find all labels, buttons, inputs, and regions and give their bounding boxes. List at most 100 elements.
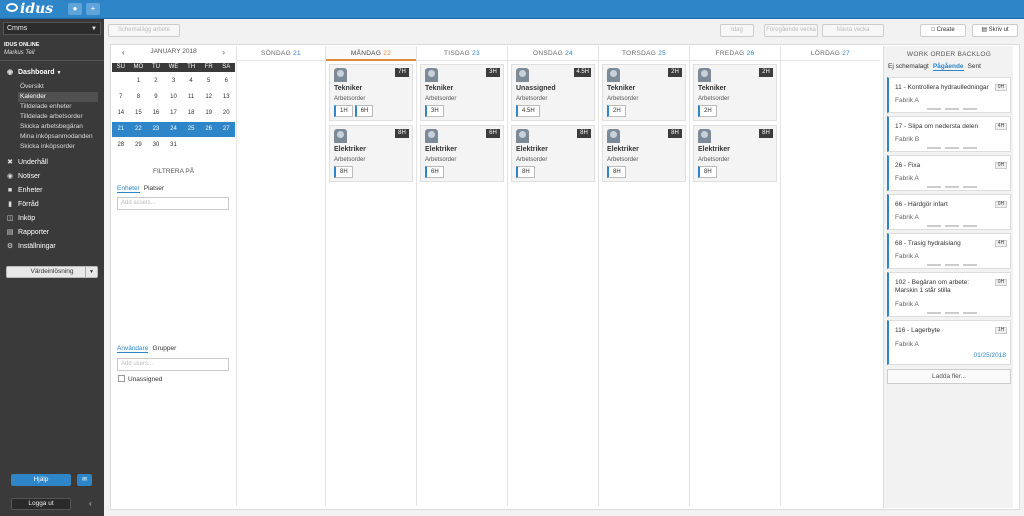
tab-grupper[interactable]: Grupper	[152, 345, 176, 352]
tab-enheter[interactable]: Enheter	[117, 185, 140, 193]
sidebar-sub-inkopsanmodanden[interactable]: Mina inköpsanmodanden	[20, 132, 100, 142]
collapse-sidebar-icon[interactable]: ‹	[89, 499, 92, 508]
message-button[interactable]: ✉	[77, 474, 92, 486]
add-button[interactable]: +	[86, 3, 100, 15]
resource-card[interactable]: 8H Elektriker Arbetsorder 8H	[329, 125, 413, 182]
assets-input[interactable]: Add assets...	[117, 197, 229, 210]
day-column-monday[interactable]: MÅNDAG 22 7H Tekniker Arbetsorder 1H 6H 8…	[325, 46, 416, 506]
calendar-day[interactable]: 11	[182, 90, 200, 105]
day-column-sunday[interactable]: SÖNDAG 21	[236, 46, 325, 506]
tab-platser[interactable]: Platser	[144, 185, 164, 192]
calendar-day[interactable]	[182, 138, 200, 153]
calendar-day[interactable]: 23	[147, 122, 165, 137]
calendar-day[interactable]: 20	[217, 106, 235, 121]
checkbox-box[interactable]	[118, 375, 125, 382]
calendar-day[interactable]: 29	[130, 138, 148, 153]
tab-unscheduled[interactable]: Ej schemalagt	[888, 63, 929, 70]
help-button[interactable]: Hjälp	[11, 474, 71, 486]
calendar-day[interactable]: 16	[147, 106, 165, 121]
sidebar-item-notiser[interactable]: ◉ Notiser	[5, 171, 103, 182]
calendar-day[interactable]: 6	[217, 74, 235, 89]
calendar-day[interactable]: 1	[130, 74, 148, 89]
calendar-day[interactable]: 4	[182, 74, 200, 89]
resource-card[interactable]: 6H Elektriker Arbetsorder 6H	[420, 125, 504, 182]
sidebar-item-inkop[interactable]: ◫ Inköp	[5, 213, 103, 224]
resource-card[interactable]: 4.5H Unassigned Arbetsorder 4.5H	[511, 64, 595, 121]
backlog-item[interactable]: 102 - Begäran om arbete: Marskin 1 står …	[887, 272, 1011, 317]
tab-in-progress[interactable]: Pågående	[932, 63, 964, 71]
day-column-friday[interactable]: FREDAG 26 2H Tekniker Arbetsorder 2H 8H …	[689, 46, 780, 506]
resource-card[interactable]: 7H Tekniker Arbetsorder 1H 6H	[329, 64, 413, 121]
work-chip[interactable]: 6H	[425, 166, 444, 178]
calendar-day[interactable]: 21	[112, 122, 130, 137]
resource-card[interactable]: 2H Tekniker Arbetsorder 2H	[693, 64, 777, 121]
calendar-day[interactable]: 18	[182, 106, 200, 121]
work-chip[interactable]: 8H	[516, 166, 535, 178]
calendar-day[interactable]: 27	[217, 122, 235, 137]
work-chip[interactable]: 2H	[698, 105, 717, 117]
sidebar-sub-tilldelade-enheter[interactable]: Tilldelade enheter	[20, 102, 100, 112]
backlog-item[interactable]: 17 - Slipa om nedersta delen 4H Fabrik B	[887, 116, 1011, 152]
calendar-day[interactable]: 30	[147, 138, 165, 153]
next-week-button[interactable]: Nästa vecka	[822, 24, 884, 37]
create-button[interactable]: □ Create	[920, 24, 966, 37]
calendar-day[interactable]: 2	[147, 74, 165, 89]
sidebar-item-forrad[interactable]: ▮ Förråd	[5, 199, 103, 210]
day-column-thursday[interactable]: TORSDAG 25 2H Tekniker Arbetsorder 2H 8H…	[598, 46, 689, 506]
calendar-day[interactable]: 17	[165, 106, 183, 121]
calendar-day[interactable]: 19	[200, 106, 218, 121]
calendar-day[interactable]: 24	[165, 122, 183, 137]
backlog-item[interactable]: 26 - Fixa 0H Fabrik A	[887, 155, 1011, 191]
calendar-day[interactable]: 14	[112, 106, 130, 121]
calendar-day[interactable]: 31	[165, 138, 183, 153]
work-chip[interactable]: 4.5H	[516, 105, 540, 117]
backlog-item[interactable]: 68 - Trasig hydralslang 4H Fabrik A	[887, 233, 1011, 269]
users-input[interactable]: Add users...	[117, 358, 229, 371]
calendar-day[interactable]: 5	[200, 74, 218, 89]
sidebar-sub-skicka-arbetsbegaran[interactable]: Skicka arbetsbegäran	[20, 122, 100, 132]
sidebar-sub-oversikt[interactable]: Översikt	[20, 82, 100, 92]
resource-card[interactable]: 8H Elektriker Arbetsorder 8H	[693, 125, 777, 182]
sidebar-item-installningar[interactable]: ⚙ Inställningar	[5, 241, 103, 252]
work-chip[interactable]: 8H	[607, 166, 626, 178]
work-chip[interactable]: 2H	[607, 105, 626, 117]
calendar-day[interactable]	[200, 138, 218, 153]
calendar-day[interactable]: 10	[165, 90, 183, 105]
calendar-day[interactable]: 7	[112, 90, 130, 105]
tab-late[interactable]: Sent	[968, 63, 981, 70]
module-select[interactable]: Cmms ▼	[3, 22, 101, 35]
resource-card[interactable]: 2H Tekniker Arbetsorder 2H	[602, 64, 686, 121]
value-redemption-button[interactable]: Värdeinlösning ▼	[6, 266, 98, 278]
logout-button[interactable]: Logga ut	[11, 498, 71, 510]
previous-week-button[interactable]: Föregående vecka	[764, 24, 818, 37]
day-column-saturday[interactable]: LÖRDAG 27	[780, 46, 880, 506]
calendar-day[interactable]	[112, 74, 130, 89]
resource-card[interactable]: 8H Elektriker Arbetsorder 8H	[602, 125, 686, 182]
load-more-button[interactable]: Ladda fler...	[887, 369, 1011, 384]
work-chip[interactable]: 8H	[334, 166, 353, 178]
calendar-day[interactable]: 25	[182, 122, 200, 137]
calendar-day[interactable]: 9	[147, 90, 165, 105]
work-chip[interactable]: 8H	[698, 166, 717, 178]
backlog-item[interactable]: 66 - Härdgör infart 0H Fabrik A	[887, 194, 1011, 230]
calendar-day[interactable]: 22	[130, 122, 148, 137]
chevron-left-icon[interactable]: ‹	[122, 48, 125, 57]
chevron-right-icon[interactable]: ›	[222, 48, 225, 57]
resource-card[interactable]: 3H Tekniker Arbetsorder 3H	[420, 64, 504, 121]
work-chip[interactable]: 3H	[425, 105, 444, 117]
work-chip[interactable]: 1H	[334, 105, 353, 117]
resource-card[interactable]: 8H Elektriker Arbetsorder 8H	[511, 125, 595, 182]
sidebar-sub-skicka-inkopsorder[interactable]: Skicka inköpsorder	[20, 142, 100, 152]
work-chip[interactable]: 6H	[354, 105, 374, 117]
calendar-day[interactable]: 15	[130, 106, 148, 121]
day-column-wednesday[interactable]: ONSDAG 24 4.5H Unassigned Arbetsorder 4.…	[507, 46, 598, 506]
calendar-day[interactable]: 8	[130, 90, 148, 105]
sidebar-item-dashboard[interactable]: ◉ Dashboard ▼	[5, 67, 103, 78]
idus-logo[interactable]: idus	[6, 1, 53, 17]
sidebar-sub-kalender[interactable]: Kalender	[18, 92, 98, 102]
tab-anvandare[interactable]: Användare	[117, 345, 149, 353]
calendar-day[interactable]: 3	[165, 74, 183, 89]
calendar-day[interactable]	[217, 138, 235, 153]
sidebar-item-enheter[interactable]: ■ Enheter	[5, 185, 103, 196]
backlog-item[interactable]: 11 - Kontrollera hydraulledningar 0H Fab…	[887, 77, 1011, 113]
